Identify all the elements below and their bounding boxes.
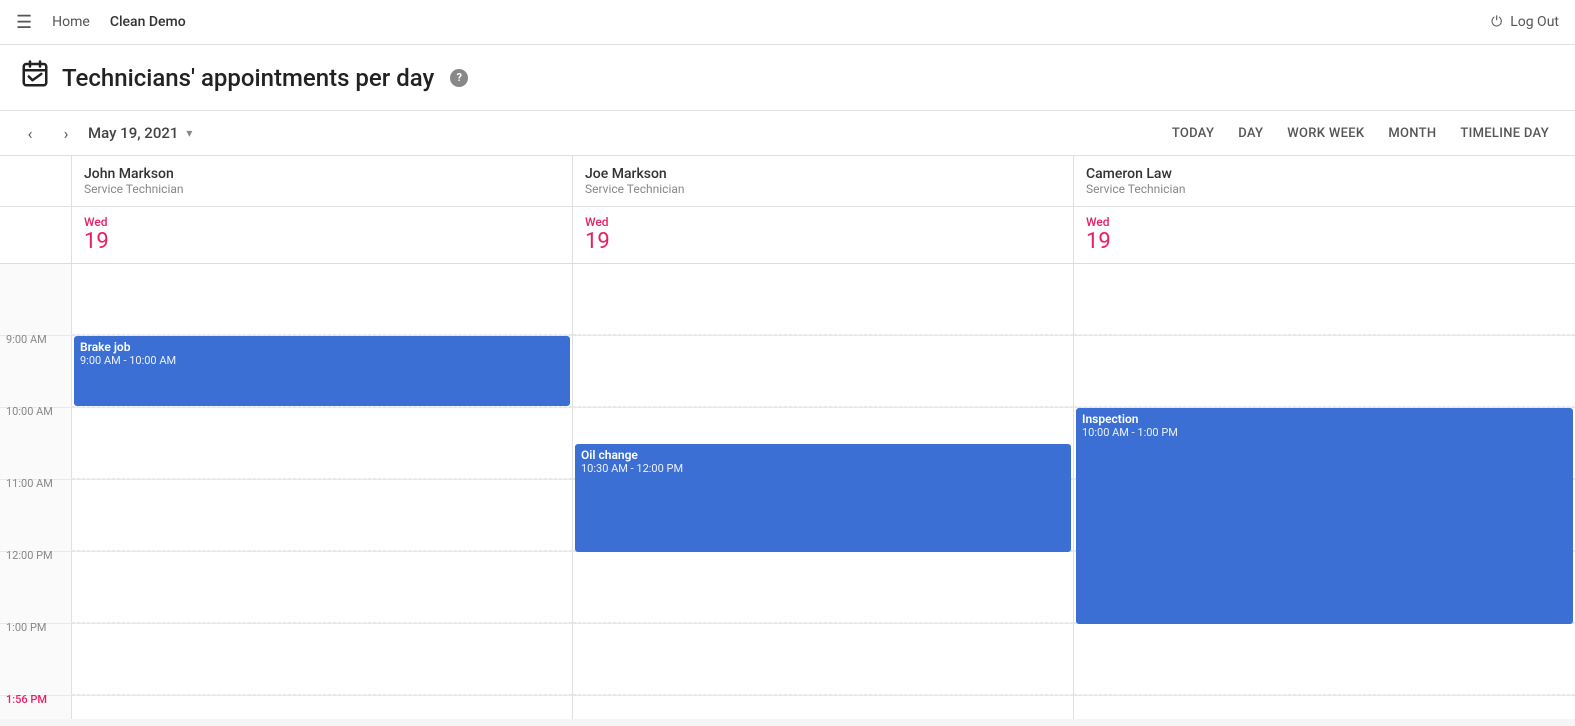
header-time-spacer xyxy=(0,156,72,207)
slot-cameron-empty[interactable] xyxy=(1074,264,1575,336)
date-num-john: 19 xyxy=(84,229,560,255)
appointment-inspection-title: Inspection xyxy=(1082,412,1567,426)
calendar-grid: John Markson Service Technician Joe Mark… xyxy=(0,156,1575,719)
view-timelineday-button[interactable]: TIMELINE DAY xyxy=(1450,120,1559,147)
toolbar-left: ‹ › May 19, 2021 ▾ xyxy=(16,119,192,147)
header-cameron-law: Cameron Law Service Technician xyxy=(1074,156,1575,207)
toolbar-right: TODAY DAY WORK WEEK MONTH TIMELINE DAY xyxy=(1162,120,1559,147)
date-row-john: Wed 19 xyxy=(72,207,573,264)
page-header: Technicians' appointments per day ? xyxy=(0,45,1575,111)
slot-joe-9am[interactable] xyxy=(573,336,1074,408)
tech-role-cameron: Service Technician xyxy=(1086,182,1563,196)
prev-arrow[interactable]: ‹ xyxy=(16,119,44,147)
slot-cameron-current[interactable] xyxy=(1074,696,1575,719)
top-nav-left: ☰ Home Clean Demo xyxy=(16,12,186,33)
appointment-inspection-time: 10:00 AM - 1:00 PM xyxy=(1082,426,1567,439)
slot-joe-12pm[interactable] xyxy=(573,552,1074,624)
tech-name-cameron: Cameron Law xyxy=(1086,166,1563,182)
calendar-check-icon xyxy=(20,59,50,96)
date-row-cameron: Wed 19 xyxy=(1074,207,1575,264)
header-joe-markson: Joe Markson Service Technician xyxy=(573,156,1074,207)
top-nav: ☰ Home Clean Demo ⏻ Log Out xyxy=(0,0,1575,45)
date-day-joe: Wed xyxy=(585,215,1061,229)
date-num-cameron: 19 xyxy=(1086,229,1563,255)
slot-cameron-9am[interactable] xyxy=(1074,336,1575,408)
time-label-12pm: 12:00 PM xyxy=(6,549,53,562)
view-month-button[interactable]: MONTH xyxy=(1378,120,1446,147)
slot-john-current[interactable] xyxy=(72,696,573,719)
tech-name-john: John Markson xyxy=(84,166,560,182)
time-slot-9am-time: 9:00 AM xyxy=(0,336,72,408)
time-label-9am: 9:00 AM xyxy=(6,333,47,346)
slot-cameron-10am[interactable]: Inspection 10:00 AM - 1:00 PM xyxy=(1074,408,1575,480)
time-slot-1pm-time: 1:00 PM xyxy=(0,624,72,696)
appointment-inspection[interactable]: Inspection 10:00 AM - 1:00 PM xyxy=(1076,408,1573,624)
date-num-joe: 19 xyxy=(585,229,1061,255)
date-row-spacer xyxy=(0,207,72,264)
date-day-cameron: Wed xyxy=(1086,215,1563,229)
calendar-grid-wrapper: John Markson Service Technician Joe Mark… xyxy=(0,156,1575,719)
time-label-1pm: 1:00 PM xyxy=(6,621,46,634)
slot-john-12pm[interactable] xyxy=(72,552,573,624)
logout-icon: ⏻ xyxy=(1491,14,1502,30)
tech-name-joe: Joe Markson xyxy=(585,166,1061,182)
help-icon[interactable]: ? xyxy=(450,69,468,87)
page-title: Technicians' appointments per day xyxy=(62,64,434,92)
time-slot-empty-time xyxy=(0,264,72,336)
view-today-button[interactable]: TODAY xyxy=(1162,120,1224,147)
time-label-11am: 11:00 AM xyxy=(6,477,53,490)
nav-demo-label: Clean Demo xyxy=(110,14,186,30)
slot-joe-empty[interactable] xyxy=(573,264,1074,336)
slot-joe-10am[interactable]: Oil change 10:30 AM - 12:00 PM xyxy=(573,408,1074,480)
slot-john-1pm[interactable] xyxy=(72,624,573,696)
nav-home-link[interactable]: Home xyxy=(52,14,90,30)
dropdown-icon: ▾ xyxy=(186,126,192,140)
appointment-brake-job-title: Brake job xyxy=(80,340,564,354)
current-time-label: 1:56 PM xyxy=(6,693,47,706)
appointment-brake-job[interactable]: Brake job 9:00 AM - 10:00 AM xyxy=(74,336,570,406)
time-slot-12pm-time: 12:00 PM xyxy=(0,552,72,624)
slot-joe-1pm[interactable] xyxy=(573,624,1074,696)
slot-john-11am[interactable] xyxy=(72,480,573,552)
time-label-10am: 10:00 AM xyxy=(6,405,53,418)
top-nav-right: ⏻ Log Out xyxy=(1491,14,1559,30)
slot-john-10am[interactable] xyxy=(72,408,573,480)
appointment-oil-change-title: Oil change xyxy=(581,448,1065,462)
tech-role-joe: Service Technician xyxy=(585,182,1061,196)
date-row-joe: Wed 19 xyxy=(573,207,1074,264)
time-slot-10am-time: 10:00 AM xyxy=(0,408,72,480)
tech-role-john: Service Technician xyxy=(84,182,560,196)
next-arrow[interactable]: › xyxy=(52,119,80,147)
header-john-markson: John Markson Service Technician xyxy=(72,156,573,207)
slot-john-empty[interactable] xyxy=(72,264,573,336)
time-slot-11am-time: 11:00 AM xyxy=(0,480,72,552)
menu-icon[interactable]: ☰ xyxy=(16,12,32,33)
appointment-oil-change-time: 10:30 AM - 12:00 PM xyxy=(581,462,1065,475)
calendar-toolbar: ‹ › May 19, 2021 ▾ TODAY DAY WORK WEEK M… xyxy=(0,111,1575,156)
slot-joe-current[interactable] xyxy=(573,696,1074,719)
view-day-button[interactable]: DAY xyxy=(1228,120,1273,147)
slot-john-9am[interactable]: Brake job 9:00 AM - 10:00 AM xyxy=(72,336,573,408)
date-text: May 19, 2021 xyxy=(88,124,178,142)
logout-button[interactable]: Log Out xyxy=(1510,14,1559,30)
date-day-john: Wed xyxy=(84,215,560,229)
slot-cameron-1pm[interactable] xyxy=(1074,624,1575,696)
time-slot-current-time: 1:56 PM xyxy=(0,696,72,719)
date-label[interactable]: May 19, 2021 ▾ xyxy=(88,124,192,142)
appointment-brake-job-time: 9:00 AM - 10:00 AM xyxy=(80,354,564,367)
appointment-oil-change[interactable]: Oil change 10:30 AM - 12:00 PM xyxy=(575,444,1071,552)
view-workweek-button[interactable]: WORK WEEK xyxy=(1277,120,1374,147)
